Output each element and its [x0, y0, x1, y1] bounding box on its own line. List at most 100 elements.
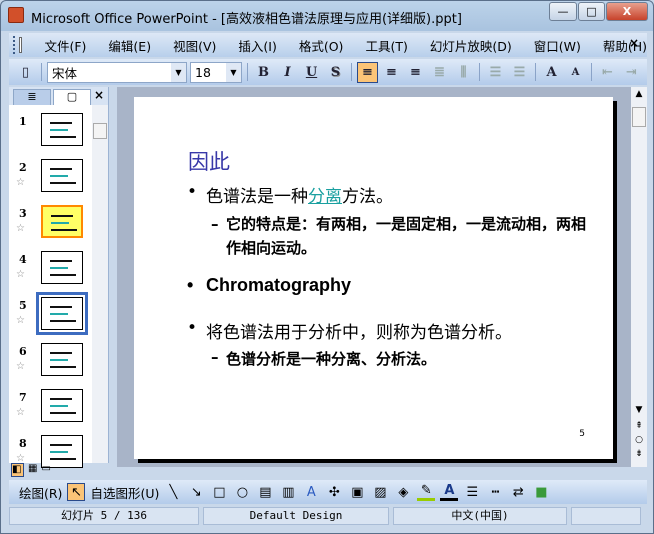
- pane-close-button[interactable]: ×: [94, 88, 104, 102]
- menu-insert[interactable]: 插入(I): [238, 36, 276, 55]
- bullet-3[interactable]: 将色谱法用于分析中，则称为色谱分析。: [187, 318, 512, 343]
- menu-window[interactable]: 窗口(W): [534, 36, 581, 55]
- thumbnail-image[interactable]: [41, 205, 83, 238]
- divider: [41, 63, 42, 81]
- close-doc-button[interactable]: ×: [629, 36, 639, 50]
- menu-bar: 文件(F) 编辑(E) 视图(V) 插入(I) 格式(O) 工具(T) 幻灯片放…: [9, 33, 647, 57]
- slide-sorter-icon[interactable]: ▦: [28, 463, 37, 477]
- animation-star-icon: ☆: [16, 361, 25, 372]
- bold-button[interactable]: B: [253, 62, 274, 83]
- draw-menu[interactable]: 绘图(R): [19, 483, 62, 502]
- menu-view[interactable]: 视图(V): [173, 36, 216, 55]
- diagram-icon[interactable]: ✣: [325, 483, 343, 501]
- slide-thumbnail[interactable]: 5 ☆: [9, 292, 91, 337]
- shadow-style-icon[interactable]: ■: [532, 483, 550, 501]
- slide-thumbnail[interactable]: 4 ☆: [9, 251, 91, 291]
- font-select[interactable]: 宋体 ▼: [47, 61, 187, 83]
- thumbnail-image[interactable]: [41, 251, 83, 284]
- italic-button[interactable]: I: [277, 62, 298, 83]
- menu-edit[interactable]: 编辑(E): [108, 36, 151, 55]
- thumbnail-image[interactable]: [41, 113, 83, 146]
- thumbnail-image[interactable]: [41, 343, 83, 376]
- link-separation[interactable]: 分离: [308, 187, 342, 207]
- font-size-select[interactable]: 18 ▼: [190, 61, 242, 83]
- tab-outline[interactable]: ≣: [13, 89, 51, 105]
- tab-slides[interactable]: ▢: [53, 89, 91, 105]
- picture-icon[interactable]: ▨: [371, 483, 389, 501]
- bullet-2[interactable]: Chromatography: [187, 275, 351, 296]
- minimize-button[interactable]: —: [549, 2, 577, 21]
- scroll-up-icon[interactable]: ▲: [631, 89, 647, 103]
- align-left-icon[interactable]: ≡: [357, 61, 378, 83]
- menu-file[interactable]: 文件(F): [44, 36, 86, 55]
- next-slide-icon[interactable]: ⇟: [631, 449, 647, 463]
- slides-pane: ≣ ▢ × 1 2 ☆ 3 ☆ 4 ☆ 5 ☆ 6 ☆ 7 ☆ 8 ☆: [9, 87, 109, 468]
- doc-icon[interactable]: [18, 37, 23, 53]
- editor-scrollbar[interactable]: ▲ ▼ ⇞ ○ ⇟: [631, 87, 647, 467]
- arrow-style-icon[interactable]: ⇄: [509, 483, 527, 501]
- scroll-thumb[interactable]: [93, 123, 107, 139]
- autoshapes-menu[interactable]: 自选图形(U): [90, 483, 159, 502]
- align-center-icon[interactable]: ≡: [381, 62, 402, 83]
- increase-font-button[interactable]: A: [541, 62, 562, 83]
- bullet-1[interactable]: 色谱法是一种分离方法。: [187, 182, 393, 207]
- select-cursor-icon[interactable]: ↖: [67, 483, 86, 501]
- line-color-icon[interactable]: ✎: [417, 483, 436, 501]
- scroll-down-icon[interactable]: ▼: [631, 405, 647, 419]
- normal-view-icon[interactable]: ◧: [11, 463, 24, 477]
- menu-slideshow[interactable]: 幻灯片放映(D): [430, 36, 512, 55]
- new-document-icon[interactable]: ▯: [15, 62, 36, 83]
- distribute-icon[interactable]: ≣: [429, 62, 450, 83]
- rectangle-icon[interactable]: □: [210, 483, 228, 501]
- sub-bullet-3[interactable]: 色谱分析是一种分离、分析法。: [211, 348, 436, 369]
- dash-style-icon[interactable]: ┅: [486, 483, 504, 501]
- select-object-icon[interactable]: ○: [631, 435, 647, 449]
- slideshow-icon[interactable]: ▭: [41, 463, 50, 477]
- grip-handle[interactable]: [13, 36, 17, 54]
- oval-icon[interactable]: ○: [233, 483, 251, 501]
- sub-bullet-1[interactable]: 它的特点是：有两相，一是固定相，一是流动相，两相作相向运动。: [211, 212, 586, 260]
- menu-tools[interactable]: 工具(T): [365, 36, 407, 55]
- slide-thumbnail[interactable]: 6 ☆: [9, 343, 91, 383]
- slide-number: 4: [19, 253, 27, 266]
- align-right-icon[interactable]: ≡: [405, 62, 426, 83]
- line-style-icon[interactable]: ☰: [463, 483, 481, 501]
- scroll-thumb[interactable]: [632, 107, 646, 127]
- clipart-icon[interactable]: ▣: [348, 483, 366, 501]
- pane-scrollbar[interactable]: [92, 105, 108, 463]
- slide-thumbnail[interactable]: 2 ☆: [9, 159, 91, 199]
- slide-thumbnail[interactable]: 7 ☆: [9, 389, 91, 429]
- underline-button[interactable]: U: [301, 62, 322, 83]
- maximize-button[interactable]: □: [578, 2, 605, 21]
- slide[interactable]: 因此 色谱法是一种分离方法。 它的特点是：有两相，一是固定相，一是流动相，两相作…: [134, 97, 613, 459]
- thumbnail-image[interactable]: [41, 159, 83, 192]
- thumbnail-image[interactable]: [41, 389, 83, 422]
- chevron-down-icon[interactable]: ▼: [226, 62, 241, 82]
- font-color-icon[interactable]: A: [440, 483, 459, 501]
- font-value: 宋体: [52, 65, 78, 81]
- vertical-textbox-icon[interactable]: ▥: [279, 483, 297, 501]
- decrease-font-button[interactable]: A: [565, 62, 586, 83]
- shadow-button[interactable]: S: [325, 62, 346, 83]
- prev-slide-icon[interactable]: ⇞: [631, 421, 647, 435]
- numbering-icon[interactable]: ☰: [485, 62, 506, 83]
- fill-color-icon[interactable]: ◈: [394, 483, 412, 501]
- divider: [591, 63, 592, 81]
- arrow-icon[interactable]: ↘: [187, 483, 205, 501]
- slide-title[interactable]: 因此: [188, 146, 230, 176]
- textbox-icon[interactable]: ▤: [256, 483, 274, 501]
- chevron-down-icon[interactable]: ▼: [171, 62, 186, 82]
- decrease-indent-icon[interactable]: ⇤: [597, 62, 618, 83]
- drawing-toolbar: 绘图(R) ↖ 自选图形(U) ╲ ↘ □ ○ ▤ ▥ A ✣ ▣ ▨ ◈ ✎ …: [9, 480, 647, 504]
- slide-thumbnail[interactable]: 3 ☆: [9, 205, 91, 245]
- thumbnail-image[interactable]: [36, 292, 88, 335]
- menu-help[interactable]: 帮助(H): [603, 36, 647, 55]
- menu-format[interactable]: 格式(O): [299, 36, 344, 55]
- text-direction-icon[interactable]: ⫼: [453, 62, 474, 83]
- close-button[interactable]: X: [606, 2, 648, 21]
- slide-thumbnail[interactable]: 1: [9, 113, 91, 153]
- wordart-icon[interactable]: A: [302, 483, 320, 501]
- bullets-icon[interactable]: ☰: [509, 62, 530, 83]
- increase-indent-icon[interactable]: ⇥: [621, 62, 642, 83]
- line-icon[interactable]: ╲: [164, 483, 182, 501]
